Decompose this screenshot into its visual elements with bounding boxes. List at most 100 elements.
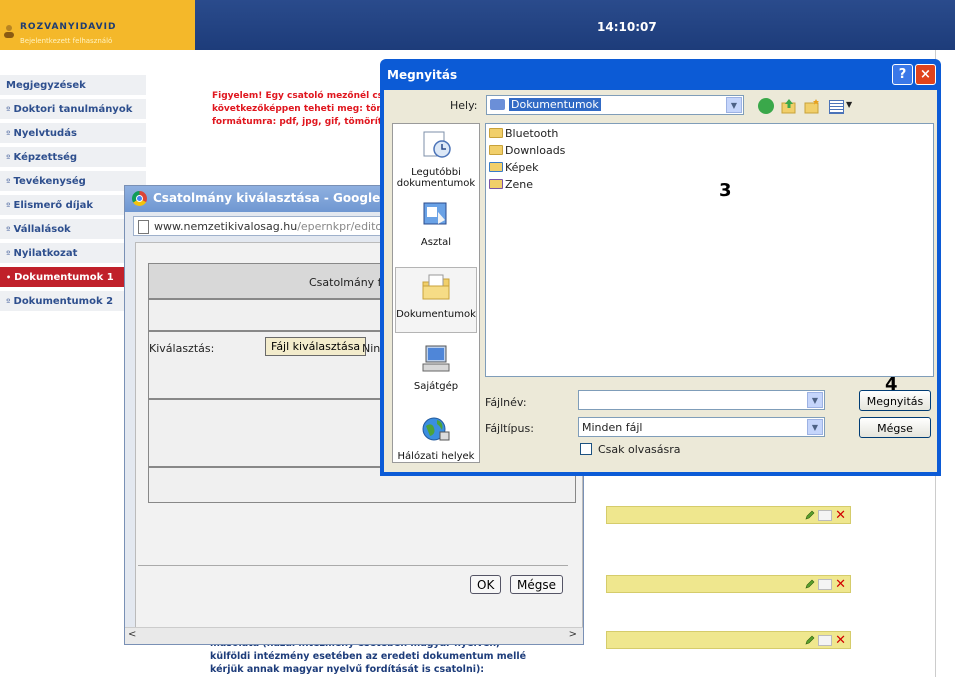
bullet-icon: º xyxy=(6,201,11,210)
ok-button[interactable]: OK xyxy=(470,575,502,594)
bullet-icon: º xyxy=(6,225,11,234)
bullet-icon: º xyxy=(6,177,11,186)
attachment-row: ✕ xyxy=(606,631,851,649)
chevron-down-icon[interactable]: ▼ xyxy=(807,392,823,408)
chevron-down-icon[interactable]: ▼ xyxy=(846,100,852,109)
file-name: Zene xyxy=(505,178,534,191)
menu-item-label: Nyilatkozat xyxy=(13,248,78,259)
menu-item-label: Doktori tanulmányok xyxy=(13,104,133,115)
location-label: Hely: xyxy=(450,99,478,112)
my-computer-icon xyxy=(422,345,450,372)
blank-icon[interactable] xyxy=(818,634,833,646)
views-menu-icon[interactable] xyxy=(829,100,844,114)
horizontal-scrollbar[interactable]: < > xyxy=(125,627,583,644)
attachment-row: ✕ xyxy=(606,575,851,593)
filetype-dropdown[interactable]: Minden fájl ▼ xyxy=(578,417,825,437)
music-folder-icon xyxy=(489,179,503,189)
chevron-down-icon[interactable]: ▼ xyxy=(807,419,823,435)
scroll-right-icon[interactable]: > xyxy=(569,629,577,640)
edit-icon[interactable] xyxy=(805,635,815,645)
close-icon[interactable]: × xyxy=(915,64,936,85)
menu-item-label: Vállalások xyxy=(13,224,71,235)
places-bar: Legutóbbi dokumentumok Asztal Dokumentum… xyxy=(392,123,480,463)
place-label: Legutóbbi dokumentumok xyxy=(396,167,476,189)
file-name: Bluetooth xyxy=(505,127,559,140)
place-recent[interactable]: Legutóbbi dokumentumok xyxy=(395,130,477,189)
place-label: Asztal xyxy=(420,237,452,248)
menu-item-label: Nyelvtudás xyxy=(13,128,77,139)
user-header: ROZVANYIDAVID Bejelentkezett felhasználó xyxy=(0,0,195,50)
cancel-button[interactable]: Mégse xyxy=(510,575,563,594)
file-name: Downloads xyxy=(505,144,566,157)
network-places-icon xyxy=(422,417,450,441)
choose-file-button[interactable]: Fájl kiválasztása xyxy=(265,337,367,356)
file-list[interactable]: Bluetooth Downloads Képek Zene 3 xyxy=(485,123,934,377)
place-documents[interactable]: Dokumentumok xyxy=(395,267,477,333)
bullet-icon: º xyxy=(6,129,11,138)
cancel-button[interactable]: Mégse xyxy=(859,417,931,438)
url-text: www.nemzetikivalosag.hu/epernkpr/editor/… xyxy=(154,220,413,233)
location-dropdown[interactable]: Dokumentumok ▼ xyxy=(486,95,744,115)
list-item[interactable]: Zene xyxy=(489,177,533,193)
edit-icon[interactable] xyxy=(805,579,815,589)
my-documents-icon xyxy=(422,274,450,300)
scroll-left-icon[interactable]: < xyxy=(128,629,136,640)
menu-item-label: Képzettség xyxy=(13,152,78,163)
place-label: Hálózati helyek xyxy=(397,451,475,462)
help-icon[interactable]: ? xyxy=(892,64,913,85)
attachment-row: ✕ xyxy=(606,506,851,524)
file-name: Képek xyxy=(505,161,539,174)
chrome-logo-icon xyxy=(132,191,147,206)
menu-item-kepzettseg[interactable]: º Képzettség xyxy=(0,147,146,169)
bullet-icon: º xyxy=(6,105,11,114)
menu-item-megjegyzesek[interactable]: Megjegyzések xyxy=(0,75,146,97)
place-label: Sajátgép xyxy=(413,381,459,392)
folder-icon xyxy=(489,128,503,138)
location-value: Dokumentumok xyxy=(509,98,601,111)
list-item[interactable]: Downloads xyxy=(489,143,565,159)
list-item[interactable]: Képek xyxy=(489,160,539,176)
filetype-value: Minden fájl xyxy=(582,421,643,434)
chrome-window-title: Csatolmány kiválasztása - Google Chr xyxy=(153,191,408,205)
up-folder-icon[interactable] xyxy=(781,98,797,114)
recent-documents-icon xyxy=(423,131,451,158)
clock: 14:10:07 xyxy=(597,20,657,34)
open-file-dialog: Megnyitás ? × Hely: Dokumentumok ▼ ▼ Leg… xyxy=(380,59,941,476)
desktop-icon xyxy=(423,202,447,225)
place-network[interactable]: Hálózati helyek xyxy=(395,414,477,462)
blank-icon[interactable] xyxy=(818,578,833,590)
user-name: ROZVANYIDAVID xyxy=(20,22,117,32)
menu-item-label: Megjegyzések xyxy=(6,80,86,91)
delete-icon[interactable]: ✕ xyxy=(835,634,846,647)
place-desktop[interactable]: Asztal xyxy=(395,200,477,248)
list-item[interactable]: Bluetooth xyxy=(489,126,558,142)
dialog-title: Megnyitás xyxy=(387,68,458,82)
select-label: Kiválasztás: xyxy=(149,342,215,355)
filename-label: Fájlnév: xyxy=(485,396,527,409)
menu-item-nyelvtudas[interactable]: º Nyelvtudás xyxy=(0,123,146,145)
place-my-computer[interactable]: Sajátgép xyxy=(395,344,477,392)
menu-item-label: Elismerő díjak xyxy=(13,200,94,211)
menu-item-doktori[interactable]: º Doktori tanulmányok xyxy=(0,99,146,121)
bullet-icon: • xyxy=(6,273,12,282)
back-icon[interactable] xyxy=(758,98,774,114)
delete-icon[interactable]: ✕ xyxy=(835,509,846,522)
menu-item-label: Dokumentumok 1 xyxy=(14,272,114,283)
blank-icon[interactable] xyxy=(818,509,833,521)
readonly-checkbox[interactable] xyxy=(580,443,592,455)
chevron-down-icon[interactable]: ▼ xyxy=(726,97,742,113)
readonly-label: Csak olvasásra xyxy=(598,443,681,456)
delete-icon[interactable]: ✕ xyxy=(835,578,846,591)
menu-item-label: Tevékenység xyxy=(13,176,86,187)
dialog-body: Hely: Dokumentumok ▼ ▼ Legutóbbi dokumen… xyxy=(384,90,937,472)
menu-item-label: Dokumentumok 2 xyxy=(13,296,114,307)
edit-icon[interactable] xyxy=(805,510,815,520)
top-bar: 14:10:07 xyxy=(195,0,955,50)
filename-field[interactable]: ▼ xyxy=(578,390,825,410)
folder-icon xyxy=(489,145,503,155)
annotation-3: 3 xyxy=(719,180,732,201)
bullet-icon: º xyxy=(6,153,11,162)
open-button[interactable]: Megnyitás xyxy=(859,390,931,411)
new-folder-icon[interactable] xyxy=(804,98,820,114)
pictures-folder-icon xyxy=(489,162,503,172)
